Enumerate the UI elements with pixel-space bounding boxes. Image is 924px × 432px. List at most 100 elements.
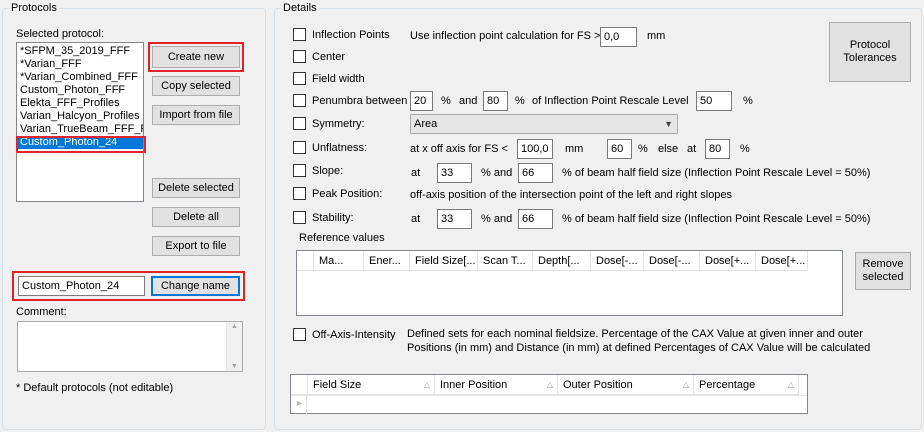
penumbra-checkbox[interactable]: [293, 94, 306, 107]
oai-grid-header: Field Size △ Inner Position △ Outer Position…: [291, 375, 799, 395]
details-group-title: Details: [283, 2, 317, 14]
stability-checkbox[interactable]: [293, 211, 306, 224]
peak-position-text: off-axis position of the intersection po…: [410, 189, 733, 201]
column-header[interactable]: Scan T...: [478, 251, 533, 271]
remove-selected-button[interactable]: Remove selected: [855, 252, 911, 290]
protocols-group-title: Protocols: [11, 2, 57, 14]
stability-pct-and: % and: [481, 213, 513, 225]
unflatness-label: Unflatness:: [312, 142, 368, 154]
stability-v1-input[interactable]: [437, 209, 472, 229]
comment-textarea[interactable]: ▲ ▼: [17, 321, 243, 372]
protocol-list[interactable]: *SFPM_35_2019_FFF *Varian_FFF *Varian_Comb…: [16, 42, 144, 202]
column-header[interactable]: Ener...: [364, 251, 410, 271]
copy-selected-button[interactable]: Copy selected: [152, 76, 240, 96]
unflatness-pct2: %: [740, 143, 750, 155]
column-header[interactable]: Outer Position △: [558, 375, 694, 395]
comment-scrollbar[interactable]: ▲ ▼: [226, 322, 242, 371]
unflatness-fs-input[interactable]: [517, 139, 553, 159]
stability-tail: % of beam half field size (Inflection Po…: [562, 213, 871, 225]
column-header[interactable]: Field Size[...: [410, 251, 478, 271]
off-axis-intensity-description: Defined sets for each nominal fieldsize.…: [407, 328, 871, 354]
import-from-file-button[interactable]: Import from file: [152, 105, 240, 125]
center-label: Center: [312, 51, 346, 63]
unflatness-at: at: [687, 143, 697, 155]
inflection-points-checkbox[interactable]: [293, 28, 306, 41]
unflatness-pct: %: [638, 143, 648, 155]
peak-position-label: Peak Position:: [312, 188, 383, 200]
slope-v2-input[interactable]: [518, 163, 553, 183]
slope-v1-input[interactable]: [437, 163, 472, 183]
column-header[interactable]: Dose[+...: [756, 251, 808, 271]
penumbra-label: Penumbra between: [312, 95, 408, 107]
column-header[interactable]: Depth[...: [533, 251, 591, 271]
scroll-down-icon[interactable]: ▼: [231, 363, 238, 370]
remove-selected-label: Remove selected: [862, 258, 904, 283]
protocol-list-item[interactable]: *SFPM_35_2019_FFF: [17, 45, 143, 58]
penumbra-high-input[interactable]: [483, 91, 508, 111]
penumbra-pct2: %: [515, 95, 525, 107]
unflatness-else-input[interactable]: [705, 139, 730, 159]
protocol-list-item[interactable]: Custom_Photon_24: [17, 136, 143, 149]
column-header[interactable]: Field Size △: [308, 375, 435, 395]
export-to-file-button[interactable]: Export to file: [152, 236, 240, 256]
protocol-list-item[interactable]: *Varian_Combined_FFF: [17, 71, 143, 84]
symmetry-checkbox[interactable]: [293, 117, 306, 130]
field-width-label: Field width: [312, 73, 365, 85]
scroll-up-icon[interactable]: ▲: [231, 323, 238, 330]
penumbra-of-text: of Inflection Point Rescale Level: [532, 95, 689, 107]
column-header[interactable]: Dose[-...: [591, 251, 644, 271]
penumbra-pct1: %: [441, 95, 451, 107]
penumbra-rescale-input[interactable]: [696, 91, 732, 111]
unflatness-text: at x off axis for FS <: [410, 143, 508, 155]
slope-checkbox[interactable]: [293, 164, 306, 177]
protocol-list-item[interactable]: *Varian_FFF: [17, 58, 143, 71]
slope-label: Slope:: [312, 165, 344, 177]
selected-protocol-label: Selected protocol:: [16, 28, 105, 40]
protocol-list-item[interactable]: Varian_Halcyon_Profiles: [17, 110, 143, 123]
default-protocols-footnote: * Default protocols (not editable): [16, 382, 174, 394]
off-axis-intensity-grid[interactable]: Field Size △ Inner Position △ Outer Position…: [290, 374, 808, 414]
peak-position-checkbox[interactable]: [293, 187, 306, 200]
sort-icon: △: [787, 380, 794, 389]
center-checkbox[interactable]: [293, 50, 306, 63]
unflatness-pct-input[interactable]: [607, 139, 632, 159]
off-axis-intensity-checkbox[interactable]: [293, 328, 306, 341]
protocol-list-item[interactable]: Custom_Photon_FFF: [17, 84, 143, 97]
stability-v2-input[interactable]: [518, 209, 553, 229]
row-header-cell: [291, 375, 308, 395]
inflection-points-label: Inflection Points: [312, 29, 390, 41]
comment-label: Comment:: [16, 306, 67, 318]
sort-icon: △: [546, 380, 553, 389]
protocol-name-input[interactable]: [18, 276, 145, 296]
inflection-fs-input[interactable]: [600, 27, 637, 47]
delete-all-button[interactable]: Delete all: [152, 207, 240, 227]
delete-selected-button[interactable]: Delete selected: [152, 178, 240, 198]
unflatness-else: else: [658, 143, 679, 155]
create-new-button[interactable]: Create new: [152, 46, 240, 68]
tolerances-label: Protocol Tolerances: [843, 39, 897, 64]
symmetry-select[interactable]: Area ▼: [410, 114, 678, 134]
stability-at: at: [411, 213, 421, 225]
penumbra-low-input[interactable]: [410, 91, 433, 111]
slope-tail: % of beam half field size (Inflection Po…: [562, 167, 871, 179]
column-header[interactable]: Inner Position △: [435, 375, 558, 395]
off-axis-intensity-label: Off-Axis-Intensity: [312, 329, 396, 341]
unflatness-checkbox[interactable]: [293, 141, 306, 154]
slope-pct-and: % and: [481, 167, 513, 179]
column-header[interactable]: Ma...: [314, 251, 364, 271]
oai-new-row[interactable]: ►: [291, 395, 807, 414]
inflection-unit: mm: [647, 30, 666, 42]
symmetry-label: Symmetry:: [312, 118, 365, 130]
reference-values-grid[interactable]: Ma... Ener... Field Size[... Scan T... Depth…: [296, 250, 843, 316]
column-header[interactable]: Percentage △: [694, 375, 799, 395]
change-name-button[interactable]: Change name: [151, 276, 240, 296]
protocol-tolerances-button[interactable]: Protocol Tolerances: [829, 22, 911, 82]
unflatness-unit: mm: [565, 143, 584, 155]
protocol-list-item[interactable]: Varian_TrueBeam_FFF_F: [17, 123, 143, 136]
protocol-list-item[interactable]: Elekta_FFF_Profiles: [17, 97, 143, 110]
column-header[interactable]: Dose[+...: [700, 251, 756, 271]
field-width-checkbox[interactable]: [293, 72, 306, 85]
row-header-cell: [297, 251, 314, 271]
column-header[interactable]: Dose[-...: [644, 251, 700, 271]
penumbra-and: and: [459, 95, 478, 107]
